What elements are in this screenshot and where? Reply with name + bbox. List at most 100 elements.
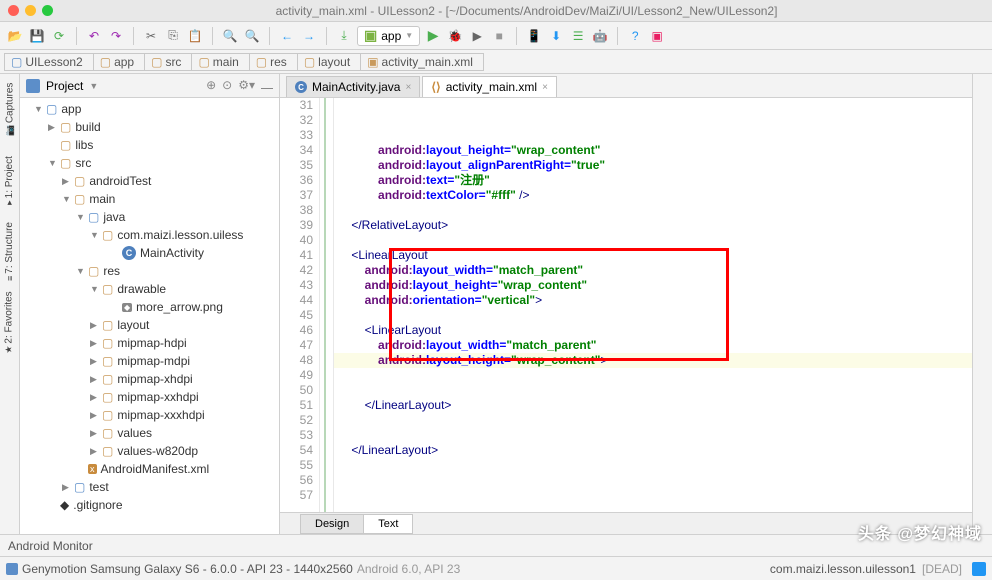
tree-node[interactable]: ▼▢res — [20, 262, 279, 280]
status-state: [DEAD] — [922, 562, 962, 576]
stop-icon[interactable]: ■ — [490, 27, 508, 45]
status-lock-icon[interactable] — [972, 562, 986, 576]
redo-icon[interactable]: ↷ — [107, 27, 125, 45]
tree-node[interactable]: ▶▢mipmap-xxxhdpi — [20, 406, 279, 424]
genymotion-icon[interactable]: ▣ — [648, 27, 666, 45]
chevron-down-icon[interactable]: ▼ — [89, 81, 98, 91]
minimize-window[interactable] — [25, 5, 36, 16]
close-window[interactable] — [8, 5, 19, 16]
tree-node[interactable]: ▼▢app — [20, 100, 279, 118]
ddms-icon[interactable]: ☰ — [569, 27, 587, 45]
tree-node[interactable]: ▶▢values-w820dp — [20, 442, 279, 460]
cut-icon[interactable]: ✂ — [142, 27, 160, 45]
close-tab-icon[interactable]: × — [405, 82, 411, 93]
line-number-gutter: 3132333435363738394041424344454647484950… — [280, 98, 320, 512]
tree-node[interactable]: ▶▢test — [20, 478, 279, 496]
copy-icon[interactable]: ⎘ — [164, 27, 182, 45]
tree-node[interactable]: ▶▢layout — [20, 316, 279, 334]
status-device: Genymotion Samsung Galaxy S6 - 6.0.0 - A… — [22, 562, 353, 576]
status-os: Android 6.0, API 23 — [357, 562, 460, 576]
tree-node[interactable]: ▶▢mipmap-xxhdpi — [20, 388, 279, 406]
tree-node[interactable]: ▼▢java — [20, 208, 279, 226]
right-tool-strip — [972, 74, 992, 534]
tree-node[interactable]: ▶▢mipmap-xhdpi — [20, 370, 279, 388]
device-icon — [6, 563, 18, 575]
tree-node[interactable]: CMainActivity — [20, 244, 279, 262]
run-config-selector[interactable]: ▣ app ▼ — [357, 26, 420, 46]
replace-icon[interactable]: 🔍 — [243, 27, 261, 45]
status-bar: Genymotion Samsung Galaxy S6 - 6.0.0 - A… — [0, 556, 992, 580]
fold-column[interactable] — [320, 98, 334, 512]
sdk-icon[interactable]: ⬇ — [547, 27, 565, 45]
scroll-to-icon[interactable]: ⊙ — [222, 78, 232, 93]
breadcrumb-item[interactable]: ▢main — [191, 53, 249, 71]
avd-icon[interactable]: 📱 — [525, 27, 543, 45]
undo-icon[interactable]: ↶ — [85, 27, 103, 45]
breadcrumb-item[interactable]: ▣activity_main.xml — [360, 53, 484, 71]
forward-icon[interactable]: → — [300, 27, 318, 45]
project-tool-window: Project ▼ ⊕ ⊙ ⚙▾ ⎼ ▼▢app▶▢build▢libs▼▢sr… — [20, 74, 280, 534]
run-icon[interactable]: ▶ — [424, 27, 442, 45]
find-icon[interactable]: 🔍 — [221, 27, 239, 45]
tree-node[interactable]: ▼▢src — [20, 154, 279, 172]
editor-tab[interactable]: ⟨⟩activity_main.xml× — [422, 76, 557, 97]
tree-node[interactable]: ▼▢drawable — [20, 280, 279, 298]
run-config-label: app — [381, 29, 401, 43]
code-editor[interactable]: 3132333435363738394041424344454647484950… — [280, 98, 992, 512]
chevron-down-icon: ▼ — [405, 31, 413, 40]
tool-window-button[interactable]: ▸ 1: Project — [4, 156, 15, 205]
editor-tabs: CMainActivity.java×⟨⟩activity_main.xml× — [280, 74, 992, 98]
attach-icon[interactable]: ▶ — [468, 27, 486, 45]
editor-tab[interactable]: CMainActivity.java× — [286, 76, 420, 97]
android-monitor-header[interactable]: Android Monitor — [0, 534, 992, 556]
tree-node[interactable]: ▼▢main — [20, 190, 279, 208]
project-panel-header: Project ▼ ⊕ ⊙ ⚙▾ ⎼ — [20, 74, 279, 98]
tree-node[interactable]: xAndroidManifest.xml — [20, 460, 279, 478]
tree-node[interactable]: ▶▢values — [20, 424, 279, 442]
breadcrumb-item[interactable]: ▢layout — [297, 53, 361, 71]
left-tool-strip: 📷 Captures ▸ 1: Project ≡ 7: Structure ★ 2:… — [0, 74, 20, 534]
project-tree[interactable]: ▼▢app▶▢build▢libs▼▢src▶▢androidTest▼▢mai… — [20, 98, 279, 534]
tree-node[interactable]: ▢libs — [20, 136, 279, 154]
make-icon[interactable]: ⤓ — [335, 27, 353, 45]
debug-icon[interactable]: 🐞 — [446, 27, 464, 45]
tool-window-button[interactable]: ≡ 7: Structure — [4, 222, 15, 281]
close-tab-icon[interactable]: × — [542, 82, 548, 93]
window-title: activity_main.xml - UILesson2 - [~/Docum… — [61, 4, 992, 18]
sync-icon[interactable]: ⟳ — [50, 27, 68, 45]
tree-node[interactable]: ▶▢androidTest — [20, 172, 279, 190]
project-icon — [26, 79, 40, 93]
status-process[interactable]: com.maizi.lesson.uilesson1 — [770, 562, 916, 576]
paste-icon[interactable]: 📋 — [186, 27, 204, 45]
open-icon[interactable]: 📂 — [6, 27, 24, 45]
maximize-window[interactable] — [42, 5, 53, 16]
tree-node[interactable]: ▶▢build — [20, 118, 279, 136]
tree-node[interactable]: ▶▢mipmap-mdpi — [20, 352, 279, 370]
tab-text[interactable]: Text — [363, 514, 413, 534]
tab-design[interactable]: Design — [300, 514, 364, 534]
tree-node[interactable]: ◆more_arrow.png — [20, 298, 279, 316]
android-monitor-label: Android Monitor — [8, 539, 93, 553]
android-icon: ▣ — [364, 27, 377, 44]
breadcrumb-item[interactable]: ▢UILesson2 — [4, 53, 94, 71]
code-body[interactable]: android:layout_height="wrap_content" and… — [334, 98, 992, 512]
window-titlebar: activity_main.xml - UILesson2 - [~/Docum… — [0, 0, 992, 22]
back-icon[interactable]: ← — [278, 27, 296, 45]
editor-area: CMainActivity.java×⟨⟩activity_main.xml× … — [280, 74, 992, 534]
breadcrumb-item[interactable]: ▢src — [144, 53, 192, 71]
help-icon[interactable]: ? — [626, 27, 644, 45]
save-icon[interactable]: 💾 — [28, 27, 46, 45]
gear-icon[interactable]: ⚙▾ — [238, 78, 255, 93]
breadcrumb-item[interactable]: ▢app — [93, 53, 145, 71]
main-toolbar: 📂 💾 ⟳ ↶ ↷ ✂ ⎘ 📋 🔍 🔍 ← → ⤓ ▣ app ▼ ▶ 🐞 ▶ … — [0, 22, 992, 50]
android-robot-icon[interactable]: 🤖 — [591, 27, 609, 45]
tree-node[interactable]: ▼▢com.maizi.lesson.uiless — [20, 226, 279, 244]
collapse-icon[interactable]: ⊕ — [206, 78, 216, 93]
tree-node[interactable]: ◆.gitignore — [20, 496, 279, 514]
device-selector[interactable]: Genymotion Samsung Galaxy S6 - 6.0.0 - A… — [6, 562, 764, 576]
breadcrumb-item[interactable]: ▢res — [249, 53, 298, 71]
hide-icon[interactable]: ⎼ — [261, 78, 273, 93]
tool-window-button[interactable]: ★ 2: Favorites — [4, 291, 15, 353]
tool-window-button[interactable]: 📷 Captures — [4, 83, 15, 137]
tree-node[interactable]: ▶▢mipmap-hdpi — [20, 334, 279, 352]
